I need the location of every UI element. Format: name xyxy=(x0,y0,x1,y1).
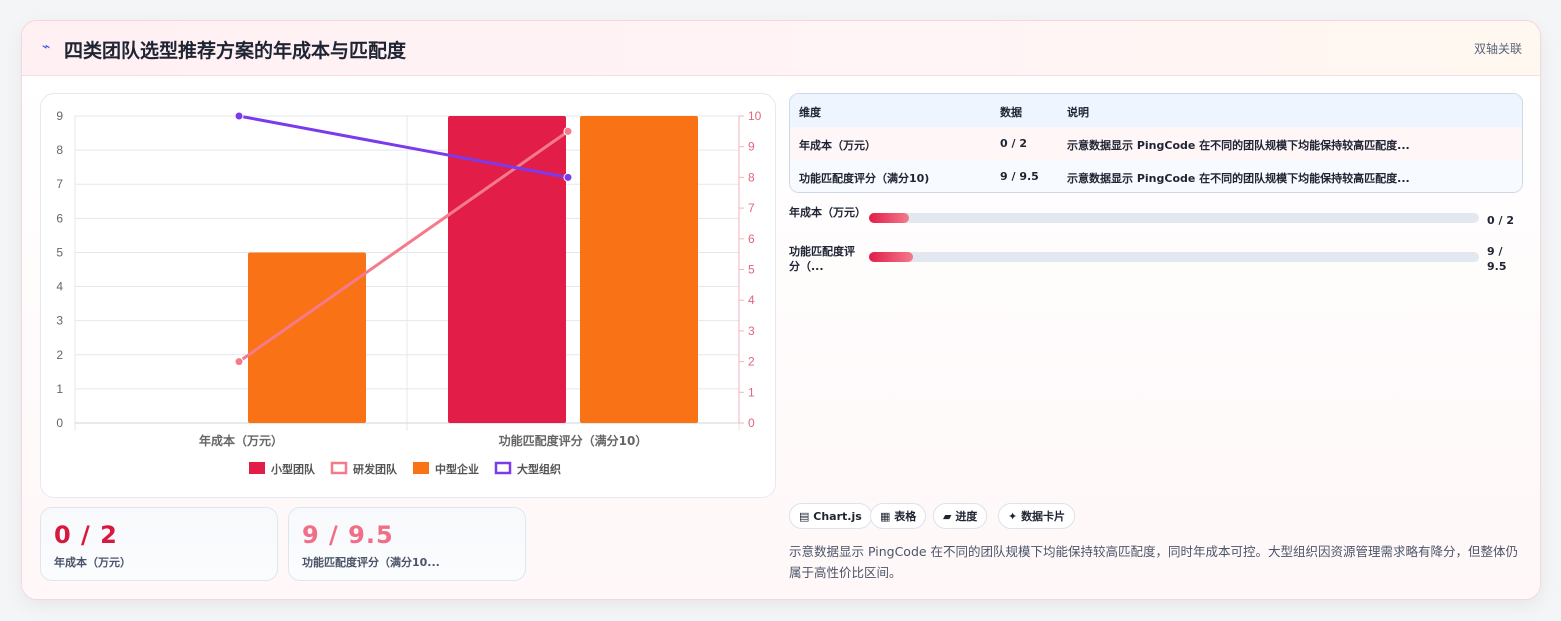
y-left-tick-label: 2 xyxy=(56,348,63,362)
y-left-tick-label: 7 xyxy=(56,177,63,191)
progress-fill xyxy=(869,252,913,262)
chart-description: 示意数据显示 PingCode 在不同的团队规模下均能保持较高匹配度，同时年成本… xyxy=(789,544,1519,580)
card-title: 四类团队选型推荐方案的年成本与匹配度 xyxy=(64,40,407,62)
table-icon: ▦ xyxy=(880,510,891,523)
table-header: 维度 xyxy=(799,106,821,119)
progress-icon: ▰ xyxy=(943,510,952,523)
chip-label: Chart.js xyxy=(813,510,862,523)
progress-track xyxy=(869,213,1479,223)
bar xyxy=(580,116,698,423)
legend-swatch xyxy=(494,461,512,475)
progress-track xyxy=(869,252,1479,262)
chart-icon: ▤ xyxy=(799,510,810,523)
series-point xyxy=(563,126,573,136)
kpi-card-match: 9 / 9.5 功能匹配度评分（满分10... xyxy=(288,507,526,581)
combo-chart[interactable]: 0 1 2 3 4 5 6 7 8 9 0 1 2 3 4 5 6 7 8 9 10 年成本（万元） 功能匹配度评分（满分1… xyxy=(41,94,775,497)
x-tick-label: 年成本（万元） xyxy=(199,433,283,448)
y-left-tick-label: 9 xyxy=(56,109,63,123)
kpi-value: 9 / 9.5 xyxy=(302,521,394,549)
y-left-tick-label: 0 xyxy=(56,416,63,430)
progress-item-cost: 年成本（万元） 0 / 2 xyxy=(789,205,1521,235)
y-left-tick-label: 8 xyxy=(56,143,63,157)
kpi-label: 年成本（万元） xyxy=(54,556,131,569)
chip-data-card[interactable]: ✦ 数据卡片 xyxy=(998,503,1076,529)
progress-item-match: 功能匹配度评分（... 9 / 9.5 xyxy=(789,244,1521,274)
chart-panel: 0 1 2 3 4 5 6 7 8 9 0 1 2 3 4 5 6 7 8 9 10 年成本（万元） 功能匹配度评分（满分1… xyxy=(40,93,776,498)
progress-label: 年成本（万元） xyxy=(789,206,866,219)
bar xyxy=(448,116,566,423)
y-right-tick-label: 9 xyxy=(748,140,755,154)
bar xyxy=(248,252,366,423)
legend-label: 大型组织 xyxy=(517,462,561,476)
chip-label: 数据卡片 xyxy=(1021,510,1066,523)
table-cell: 年成本（万元） xyxy=(799,139,876,152)
x-tick-label: 功能匹配度评分（满分10） xyxy=(499,433,648,448)
y-right-tick-label: 8 xyxy=(748,170,755,184)
y-right-tick-label: 10 xyxy=(748,109,762,123)
progress-fill xyxy=(869,213,909,223)
pulse-icon: ⌁ xyxy=(42,39,51,55)
y-left-tick-label: 3 xyxy=(56,314,63,328)
chart-card: ⌁ 四类团队选型推荐方案的年成本与匹配度 双轴关联 0 1 2 3 4 5 6 7 8 9 0 1 2 3… xyxy=(21,20,1541,600)
legend-swatch xyxy=(330,461,348,475)
legend-label: 研发团队 xyxy=(353,462,398,476)
y-right-tick-label: 3 xyxy=(748,324,755,338)
sparkle-icon: ✦ xyxy=(1008,510,1018,523)
y-right-tick-label: 7 xyxy=(748,201,755,215)
chip-label: 进度 xyxy=(955,510,978,523)
y-right-tick-label: 1 xyxy=(748,385,755,399)
y-left-tick-label: 1 xyxy=(56,382,63,396)
series-point xyxy=(563,172,573,182)
legend-label: 小型团队 xyxy=(270,462,316,476)
kpi-value: 0 / 2 xyxy=(54,521,118,549)
table-header-row: 维度 数据 说明 xyxy=(790,94,1522,128)
chip-chartjs[interactable]: ▤ Chart.js xyxy=(789,503,872,529)
y-right-tick-label: 6 xyxy=(748,232,755,246)
series-point xyxy=(234,111,244,121)
y-left-tick-label: 5 xyxy=(56,245,63,259)
kpi-label: 功能匹配度评分（满分10... xyxy=(302,556,440,569)
progress-value: 0 / 2 xyxy=(1487,214,1514,227)
y-right-tick-label: 2 xyxy=(748,355,755,369)
y-right-tick-label: 4 xyxy=(748,293,755,307)
legend-label: 中型企业 xyxy=(435,462,479,476)
legend-swatch xyxy=(249,462,265,474)
y-right-tick-label: 0 xyxy=(748,416,755,430)
y-right-tick-label: 5 xyxy=(748,263,755,277)
table-header: 数据 xyxy=(1000,106,1022,119)
series-point xyxy=(234,357,244,367)
table-cell: 示意数据显示 PingCode 在不同的团队规模下均能保持较高匹配度... xyxy=(1067,172,1410,185)
y-left-tick-label: 6 xyxy=(56,211,63,225)
table-cell: 功能匹配度评分（满分10) xyxy=(799,172,930,185)
table-header: 说明 xyxy=(1067,106,1089,119)
dual-axis-link[interactable]: 双轴关联 xyxy=(1474,40,1522,57)
chip-label: 表格 xyxy=(894,510,917,523)
table-cell: 9 / 9.5 xyxy=(1000,170,1039,183)
legend-swatch xyxy=(413,462,429,474)
table-cell: 示意数据显示 PingCode 在不同的团队规模下均能保持较高匹配度... xyxy=(1067,139,1410,152)
kpi-card-cost: 0 / 2 年成本（万元） xyxy=(40,507,278,581)
table-row: 年成本（万元） 0 / 2 示意数据显示 PingCode 在不同的团队规模下均… xyxy=(790,127,1522,161)
chip-table[interactable]: ▦ 表格 xyxy=(870,503,927,529)
chip-progress[interactable]: ▰ 进度 xyxy=(933,503,988,529)
y-left-tick-label: 4 xyxy=(56,280,63,294)
table-cell: 0 / 2 xyxy=(1000,137,1027,150)
card-header: ⌁ 四类团队选型推荐方案的年成本与匹配度 双轴关联 xyxy=(22,21,1540,76)
data-table: 维度 数据 说明 年成本（万元） 0 / 2 示意数据显示 PingCode 在… xyxy=(789,93,1523,193)
table-row: 功能匹配度评分（满分10) 9 / 9.5 示意数据显示 PingCode 在不… xyxy=(790,160,1522,192)
progress-label: 功能匹配度评分（... xyxy=(789,245,855,273)
progress-value: 9 / 9.5 xyxy=(1487,245,1507,273)
